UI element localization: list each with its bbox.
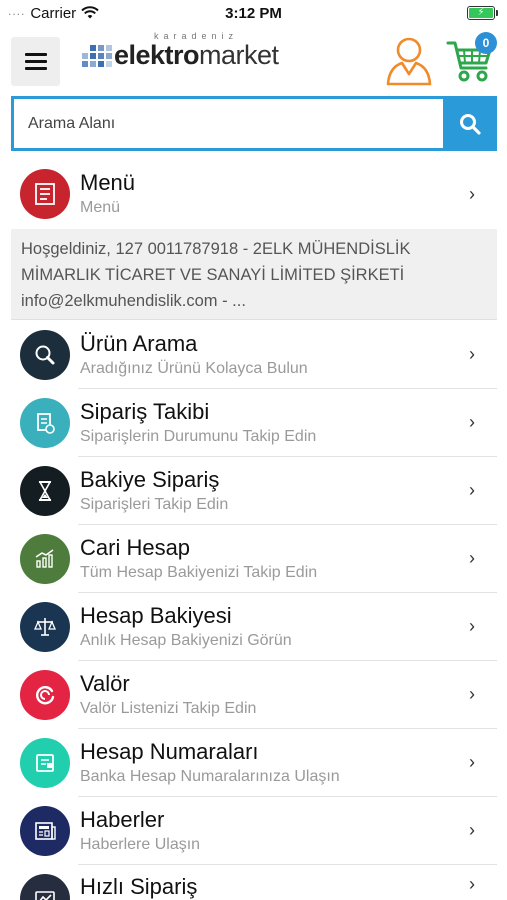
menu-item-title: Hesap Numaraları	[80, 738, 259, 764]
welcome-info-box: Hoşgeldiniz, 127 0011787918 - 2ELK MÜHEN…	[11, 229, 497, 320]
menu-item-hizli-siparis[interactable]: Hızlı Sipariş ›	[11, 865, 497, 900]
user-account-icon[interactable]	[386, 36, 432, 86]
search-input[interactable]	[11, 96, 443, 151]
cart-count-badge[interactable]: 0	[475, 32, 497, 54]
chart-icon	[20, 533, 70, 584]
menu-section-title: Menü	[80, 170, 136, 196]
battery-fill: ⚡	[469, 8, 493, 18]
hamburger-line	[24, 53, 47, 56]
hamburger-line	[24, 60, 47, 63]
scale-icon	[20, 601, 70, 652]
menu-item-title: Hızlı Sipariş	[80, 874, 198, 899]
chevron-right-icon: ›	[469, 183, 475, 204]
menu-item-cari-hesap[interactable]: Cari Hesap Tüm Hesap Bakiyenizi Takip Ed…	[11, 525, 497, 592]
menu-item-title: Ürün Arama	[80, 330, 198, 356]
logo-subtitle: karadeniz	[154, 31, 239, 41]
status-left: .... Carrier	[8, 4, 99, 22]
chevron-right-icon: ›	[469, 548, 475, 568]
refresh-icon	[20, 669, 70, 720]
app-logo[interactable]: karadeniz elektromarket	[80, 32, 279, 70]
menu-section-subtitle: Menü	[80, 199, 121, 217]
chevron-right-icon: ›	[469, 616, 475, 636]
menu-item-title: Bakiye Sipariş	[80, 466, 220, 492]
search-button[interactable]	[443, 96, 497, 151]
chevron-right-icon: ›	[469, 752, 475, 772]
status-bar: .... Carrier 3:12 PM ⚡	[0, 0, 507, 26]
menu-item-texts: Hızlı Sipariş	[80, 874, 463, 899]
menu-item-urun-arama[interactable]: Ürün Arama Aradığınız Ürünü Kolayca Bulu…	[11, 321, 497, 388]
welcome-line-1: Hoşgeldiniz, 127 0011787918 - 2ELK MÜHEN…	[21, 240, 411, 258]
menu-item-texts: Hesap Numaraları Banka Hesap Numaraların…	[80, 739, 463, 787]
hourglass-icon	[20, 465, 70, 516]
signal-dots: ....	[8, 4, 26, 18]
menu-item-subtitle: Aradığınız Ürünü Kolayca Bulun	[80, 359, 308, 377]
order-tracking-icon	[20, 397, 70, 448]
logo-wordmark: karadeniz elektromarket	[114, 32, 279, 70]
chevron-right-icon: ›	[469, 820, 475, 840]
hamburger-line	[24, 67, 47, 70]
menu-item-texts: Hesap Bakiyesi Anlık Hesap Bakiyenizi Gö…	[80, 603, 463, 651]
menu-item-hesap-bakiyesi[interactable]: Hesap Bakiyesi Anlık Hesap Bakiyenizi Gö…	[11, 593, 497, 660]
menu-item-texts: Haberler Haberlere Ulaşın	[80, 807, 463, 855]
bank-account-icon	[20, 737, 70, 788]
logo-text-bold: elektro	[114, 40, 200, 70]
menu-item-subtitle: Siparişleri Takip Edin	[80, 495, 229, 513]
menu-item-subtitle: Banka Hesap Numaralarınıza Ulaşın	[80, 767, 340, 785]
chevron-right-icon: ›	[469, 412, 475, 432]
menu-item-title: Cari Hesap	[80, 534, 191, 560]
menu-item-valor[interactable]: Valör Valör Listenizi Takip Edin ›	[11, 661, 497, 728]
chevron-right-icon: ›	[469, 480, 475, 500]
menu-item-title: Sipariş Takibi	[80, 398, 210, 424]
menu-icon	[20, 169, 70, 219]
menu-item-siparis-takibi[interactable]: Sipariş Takibi Siparişlerin Durumunu Tak…	[11, 389, 497, 456]
search-icon	[460, 113, 481, 135]
hamburger-menu-button[interactable]	[11, 37, 60, 86]
menu-item-subtitle: Anlık Hesap Bakiyenizi Görün	[80, 631, 292, 649]
logo-text-rest: market	[199, 40, 279, 70]
quick-order-icon	[20, 874, 70, 900]
welcome-line-2: MİMARLIK TİCARET VE SANAYİ LİMİTED ŞİRKE…	[21, 266, 405, 284]
menu-item-subtitle: Haberlere Ulaşın	[80, 835, 201, 853]
battery-icon: ⚡	[467, 6, 498, 20]
chevron-right-icon: ›	[469, 874, 475, 894]
menu-item-title: Valör	[80, 670, 130, 696]
menu-item-texts: Ürün Arama Aradığınız Ürünü Kolayca Bulu…	[80, 331, 463, 379]
welcome-line-3: info@2elkmuhendislik.com - ...	[21, 292, 246, 310]
search-icon	[20, 329, 70, 380]
menu-item-texts: Bakiye Sipariş Siparişleri Takip Edin	[80, 467, 463, 515]
menu-item-bakiye-siparis[interactable]: Bakiye Sipariş Siparişleri Takip Edin ›	[11, 457, 497, 524]
carrier-label: Carrier	[30, 4, 77, 22]
menu-item-title: Hesap Bakiyesi	[80, 602, 232, 628]
logo-mark-icon	[80, 43, 112, 69]
app-header: karadeniz elektromarket 0	[0, 30, 507, 92]
menu-item-hesap-numaralari[interactable]: Hesap Numaraları Banka Hesap Numaraların…	[11, 729, 497, 796]
menu-item-haberler[interactable]: Haberler Haberlere Ulaşın ›	[11, 797, 497, 864]
menu-section-texts: Menü Menü	[80, 170, 463, 218]
menu-item-subtitle: Tüm Hesap Bakiyenizi Takip Edin	[80, 563, 318, 581]
menu-item-subtitle: Siparişlerin Durumunu Takip Edin	[80, 427, 317, 445]
news-icon	[20, 805, 70, 856]
menu-item-title: Haberler	[80, 806, 165, 832]
menu-section-row[interactable]: Menü Menü ›	[11, 160, 497, 228]
menu-item-texts: Cari Hesap Tüm Hesap Bakiyenizi Takip Ed…	[80, 535, 463, 583]
menu-item-subtitle: Valör Listenizi Takip Edin	[80, 699, 257, 717]
menu-item-texts: Sipariş Takibi Siparişlerin Durumunu Tak…	[80, 399, 463, 447]
chevron-right-icon: ›	[469, 344, 475, 364]
menu-item-texts: Valör Valör Listenizi Takip Edin	[80, 671, 463, 719]
search-bar	[11, 96, 497, 151]
chevron-right-icon: ›	[469, 684, 475, 704]
wifi-icon	[81, 6, 99, 19]
